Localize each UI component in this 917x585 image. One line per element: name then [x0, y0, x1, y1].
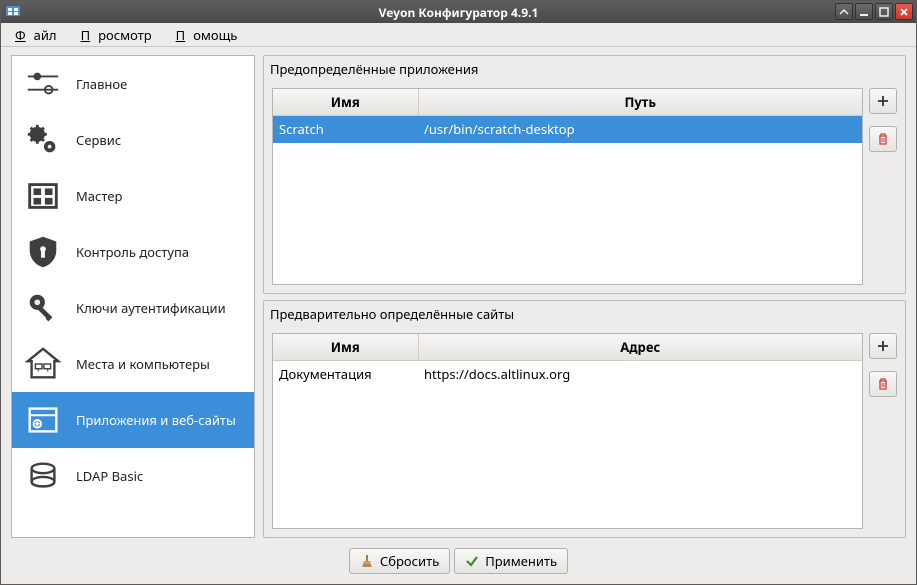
app-window-icon: [22, 399, 64, 441]
bottom-bar: Сбросить Применить: [11, 546, 906, 574]
group-title: Предопределённые приложения: [264, 56, 905, 80]
menu-help-rest: омощь: [185, 23, 245, 47]
cell-name[interactable]: Scratch: [273, 116, 418, 143]
sidebar-item-label: Мастер: [76, 187, 122, 205]
sidebar: Главное Сервис Мастер: [11, 55, 255, 538]
table-row[interactable]: Документация https://docs.altlinux.org: [273, 360, 862, 387]
sites-table-buttons: [869, 333, 897, 530]
sidebar-item-access-control[interactable]: Контроль доступа: [12, 224, 254, 280]
reset-button[interactable]: Сбросить: [349, 548, 450, 574]
rollup-button[interactable]: [835, 3, 853, 20]
sites-col-address[interactable]: Адрес: [418, 334, 862, 361]
sidebar-item-apps-websites[interactable]: Приложения и веб-сайты: [12, 392, 254, 448]
group-title: Предварительно определённые сайты: [264, 301, 905, 325]
main-panel: Предопределённые приложения Имя Путь: [263, 55, 906, 538]
sidebar-item-ldap[interactable]: LDAP Basic: [12, 448, 254, 504]
house-computers-icon: [22, 343, 64, 385]
sites-col-name[interactable]: Имя: [273, 334, 418, 361]
database-icon: [22, 455, 64, 497]
predefined-apps-group: Предопределённые приложения Имя Путь: [263, 55, 906, 294]
sidebar-item-master[interactable]: Мастер: [12, 168, 254, 224]
grid-icon: [22, 175, 64, 217]
button-label: Применить: [485, 552, 557, 570]
sidebar-item-locations[interactable]: Места и компьютеры: [12, 336, 254, 392]
app-icon: [5, 4, 21, 20]
trash-icon: [876, 132, 890, 146]
menu-view[interactable]: Просмотр: [73, 23, 168, 47]
menu-file-rest: айл: [26, 23, 65, 47]
gears-icon: [22, 119, 64, 161]
predefined-sites-group: Предварительно определённые сайты Имя Ад…: [263, 300, 906, 539]
window-controls: [835, 3, 913, 20]
remove-site-button[interactable]: [869, 371, 897, 397]
shield-icon: [22, 231, 64, 273]
sidebar-item-label: Ключи аутентификации: [76, 299, 226, 317]
titlebar: Veyon Конфигуратор 4.9.1: [1, 1, 916, 23]
apps-col-name[interactable]: Имя: [273, 89, 418, 116]
app-window: Veyon Конфигуратор 4.9.1 Файл Просмотр П…: [0, 0, 917, 585]
sites-table[interactable]: Имя Адрес Документация https://docs.altl…: [272, 333, 863, 530]
sliders-icon: [22, 63, 64, 105]
plus-icon: [876, 94, 890, 108]
minimize-button[interactable]: [855, 3, 873, 20]
sidebar-item-label: Места и компьютеры: [76, 355, 210, 373]
cell-name[interactable]: Документация: [273, 360, 418, 387]
apply-button[interactable]: Применить: [454, 548, 568, 574]
sidebar-item-service[interactable]: Сервис: [12, 112, 254, 168]
broom-icon: [360, 554, 374, 568]
key-icon: [22, 287, 64, 329]
check-icon: [465, 554, 479, 568]
sidebar-item-general[interactable]: Главное: [12, 56, 254, 112]
remove-app-button[interactable]: [869, 126, 897, 152]
menu-help[interactable]: Помощь: [168, 23, 254, 47]
plus-icon: [876, 339, 890, 353]
cell-address[interactable]: https://docs.altlinux.org: [418, 360, 862, 387]
trash-icon: [876, 377, 890, 391]
close-button[interactable]: [895, 3, 913, 20]
sidebar-item-label: Сервис: [76, 131, 121, 149]
apps-table[interactable]: Имя Путь Scratch /usr/bin/scratch-deskto…: [272, 88, 863, 285]
sidebar-item-label: LDAP Basic: [76, 467, 143, 485]
apps-table-buttons: [869, 88, 897, 285]
sidebar-item-label: Контроль доступа: [76, 243, 189, 261]
sidebar-item-label: Приложения и веб-сайты: [76, 411, 236, 429]
cell-path[interactable]: /usr/bin/scratch-desktop: [418, 116, 862, 143]
sidebar-item-label: Главное: [76, 75, 127, 93]
table-row[interactable]: Scratch /usr/bin/scratch-desktop: [273, 116, 862, 143]
add-site-button[interactable]: [869, 333, 897, 359]
apps-col-path[interactable]: Путь: [418, 89, 862, 116]
maximize-button[interactable]: [875, 3, 893, 20]
add-app-button[interactable]: [869, 88, 897, 114]
menu-view-rest: росмотр: [90, 23, 160, 47]
window-title: Veyon Конфигуратор 4.9.1: [379, 4, 539, 21]
button-label: Сбросить: [380, 552, 439, 570]
content-area: Главное Сервис Мастер: [1, 47, 916, 584]
menu-file[interactable]: Файл: [7, 23, 73, 47]
sidebar-item-auth-keys[interactable]: Ключи аутентификации: [12, 280, 254, 336]
main-row: Главное Сервис Мастер: [11, 55, 906, 538]
menubar: Файл Просмотр Помощь: [1, 23, 916, 47]
